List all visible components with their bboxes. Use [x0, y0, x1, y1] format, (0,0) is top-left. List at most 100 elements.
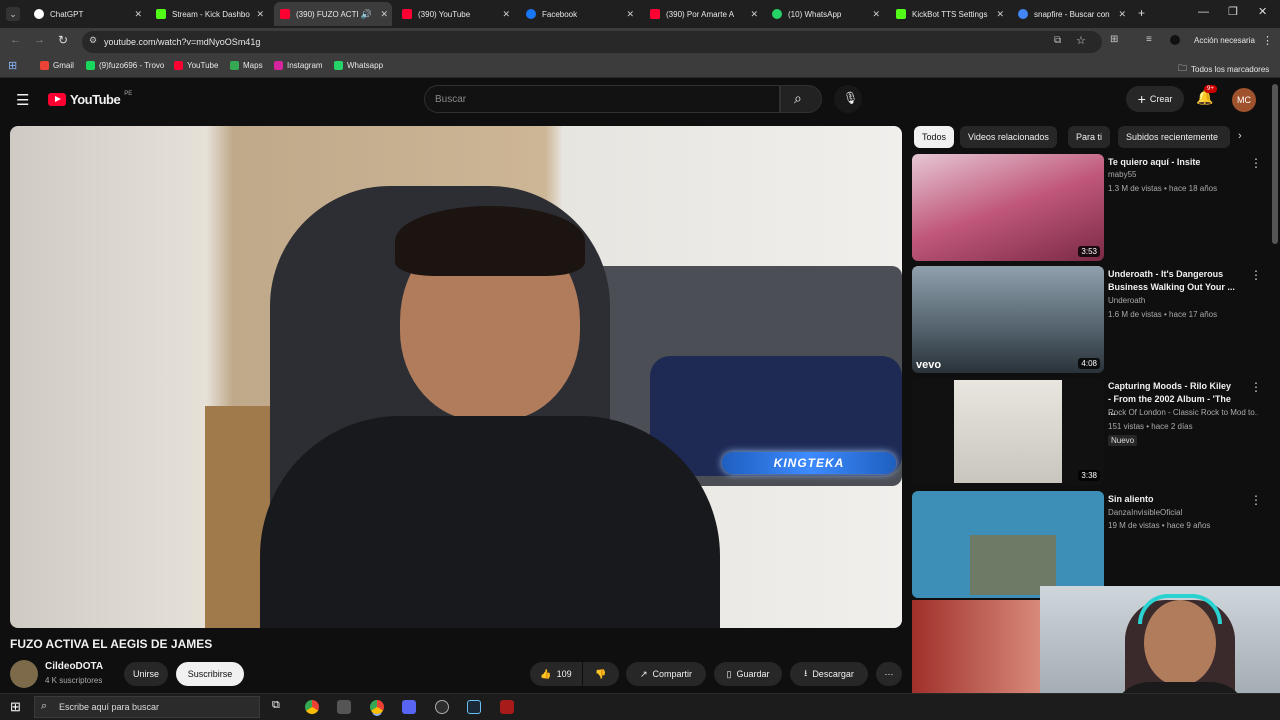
close-icon[interactable]: ✕ [872, 9, 880, 20]
chrome-active-icon[interactable] [370, 700, 384, 714]
recommendation-thumbnail-partial[interactable] [912, 600, 1040, 693]
more-options-icon[interactable]: ⋮ [1250, 380, 1262, 394]
taskbar-search-input[interactable]: ⌕ Escribe aquí para buscar [34, 696, 260, 718]
discord-icon[interactable] [402, 700, 416, 714]
youtube-logo[interactable]: YouTube PE [48, 91, 132, 107]
bookmark-trovo[interactable]: (9)fuzo696 - Trovo [86, 61, 164, 70]
speaker-icon[interactable]: 🔊 [361, 9, 372, 20]
tab-por-amarte[interactable]: (390) Por Amarte A ✕ [644, 2, 762, 26]
download-button[interactable]: ⭳ Descargar [790, 662, 868, 686]
close-icon[interactable]: ✕ [750, 9, 758, 20]
more-options-icon[interactable]: ⋮ [1250, 156, 1262, 170]
channel-name[interactable]: Underoath [1108, 296, 1145, 305]
back-icon[interactable]: ← [10, 34, 21, 46]
dislike-button[interactable]: 👎 [583, 662, 619, 686]
like-button[interactable]: 👍 109 [530, 662, 582, 686]
bookmark-instagram[interactable]: Instagram [274, 61, 323, 70]
bookmark-whatsapp[interactable]: Whatsapp [334, 61, 383, 70]
omnibox[interactable]: ⚙ youtube.com/watch?v=mdNyoOSm41g ⧉ ☆ [82, 31, 1102, 53]
channel-name[interactable]: maby55 [1108, 170, 1136, 179]
recommendation-item[interactable]: vevo 4:08 Underoath - It's Dangerous Bus… [912, 266, 1272, 374]
video-title[interactable]: Sin aliento [1108, 493, 1236, 506]
recommendation-item[interactable]: Sin aliento DanzaInvisibleOficial 19 M d… [912, 491, 1272, 599]
bookmark-gmail[interactable]: Gmail [40, 61, 74, 70]
more-options-icon[interactable]: ⋮ [1250, 268, 1262, 282]
install-app-icon[interactable]: ⧉ [1054, 35, 1061, 46]
avatar[interactable]: MC [1232, 88, 1256, 112]
bookmark-maps[interactable]: Maps [230, 61, 263, 70]
apps-grid-icon[interactable]: ⊞ [8, 59, 17, 72]
obs-icon[interactable] [435, 700, 449, 714]
window-close-icon[interactable]: ✕ [1258, 5, 1267, 18]
tab-kick-dashboard[interactable]: Stream - Kick Dashbo ✕ [150, 2, 268, 26]
more-options-icon[interactable]: ⋮ [1250, 493, 1262, 507]
close-icon[interactable]: ✕ [626, 9, 634, 20]
media-icon[interactable]: ≡ [1146, 34, 1152, 45]
video-thumbnail[interactable] [912, 491, 1104, 598]
reload-icon[interactable]: ↻ [58, 33, 68, 47]
chip-recent[interactable]: Subidos recientemente [1118, 126, 1230, 148]
tab-whatsapp[interactable]: (10) WhatsApp ✕ [766, 2, 884, 26]
tab-kickbot[interactable]: KickBot TTS Settings ✕ [890, 2, 1008, 26]
chip-all[interactable]: Todos [914, 126, 955, 148]
close-icon[interactable]: ✕ [380, 9, 388, 20]
video-title[interactable]: Underoath - It's Dangerous Business Walk… [1108, 268, 1236, 294]
share-label: Compartir [652, 669, 693, 679]
video-thumbnail[interactable]: 3:53 [912, 154, 1104, 261]
close-icon[interactable]: ✕ [134, 9, 142, 20]
video-player[interactable]: KINGTEKA [10, 126, 902, 628]
join-button[interactable]: Unirse [124, 662, 168, 686]
steam-icon[interactable] [467, 700, 481, 714]
extensions-icon[interactable]: ⊞ [1110, 34, 1118, 45]
windows-start-icon[interactable]: ⊞ [10, 699, 21, 715]
close-icon[interactable]: ✕ [502, 9, 510, 20]
profile-icon[interactable] [1170, 35, 1180, 45]
recommendation-item[interactable]: 3:53 Te quiero aquí - Insite maby55 1.3 … [912, 154, 1272, 262]
search-input[interactable]: Buscar [424, 85, 780, 113]
tab-youtube[interactable]: (390) YouTube ✕ [396, 2, 514, 26]
hamburger-menu-icon[interactable]: ☰ [16, 91, 29, 109]
channel-name[interactable]: CildeoDOTA [45, 661, 103, 672]
recommendation-item[interactable]: 3:38 Capturing Moods - Rilo Kiley - From… [912, 378, 1272, 486]
menu-icon[interactable]: ⋮ [1262, 34, 1273, 47]
voice-search-button[interactable]: 🎙 [834, 85, 862, 113]
subscribe-button[interactable]: Suscribirse [176, 662, 244, 686]
channel-name[interactable]: DanzaInvisibleOficial [1108, 508, 1182, 517]
channel-name[interactable]: Rock Of London - Classic Rock to Mod to.… [1108, 408, 1258, 417]
game-icon[interactable] [500, 700, 514, 714]
forward-icon[interactable]: → [34, 34, 45, 46]
scrollbar[interactable] [1272, 84, 1278, 244]
video-thumbnail[interactable]: 3:38 [912, 378, 1104, 485]
restore-icon[interactable]: ❐ [1228, 5, 1238, 18]
close-icon[interactable]: ✕ [996, 9, 1004, 20]
all-bookmarks[interactable]: 🗀 Todos los marcadores [1178, 61, 1269, 77]
minimize-icon[interactable]: — [1198, 6, 1209, 18]
task-view-icon[interactable]: ⧉ [272, 699, 280, 712]
notifications-button[interactable]: 🔔 9+ [1196, 85, 1217, 107]
share-button[interactable]: ↗ Compartir [626, 662, 706, 686]
search-button[interactable]: ⌕ [780, 85, 822, 113]
tab-chatgpt[interactable]: ChatGPT ✕ [28, 2, 146, 26]
tab-search-icon[interactable]: ⌄ [6, 7, 20, 21]
close-icon[interactable]: ✕ [1118, 9, 1126, 20]
bookmark-star-icon[interactable]: ☆ [1076, 34, 1086, 47]
video-title[interactable]: Te quiero aquí - Insite [1108, 156, 1236, 169]
chip-for-you[interactable]: Para ti [1068, 126, 1111, 148]
chrome-icon[interactable] [305, 700, 319, 714]
tab-facebook[interactable]: Facebook ✕ [520, 2, 638, 26]
site-info-icon[interactable]: ⚙ [89, 35, 97, 46]
close-icon[interactable]: ✕ [256, 9, 264, 20]
app-icon[interactable] [337, 700, 351, 714]
more-actions-button[interactable]: ⋯ [876, 662, 902, 686]
save-button[interactable]: ▯ Guardar [714, 662, 782, 686]
chip-related[interactable]: Videos relacionados [960, 126, 1057, 148]
tab-google-search[interactable]: snapfire - Buscar con ✕ [1012, 2, 1130, 26]
channel-avatar[interactable] [10, 660, 38, 688]
new-tab-icon[interactable]: + [1138, 6, 1145, 20]
bookmark-youtube[interactable]: YouTube [174, 61, 218, 70]
chevron-right-icon[interactable]: › [1238, 130, 1242, 142]
tab-fuzo-video[interactable]: (390) FUZO ACTI 🔊 ✕ [274, 2, 392, 26]
action-needed-button[interactable]: Acción necesaria [1194, 36, 1255, 45]
create-button[interactable]: + Crear [1126, 86, 1184, 112]
video-thumbnail[interactable]: vevo 4:08 [912, 266, 1104, 373]
